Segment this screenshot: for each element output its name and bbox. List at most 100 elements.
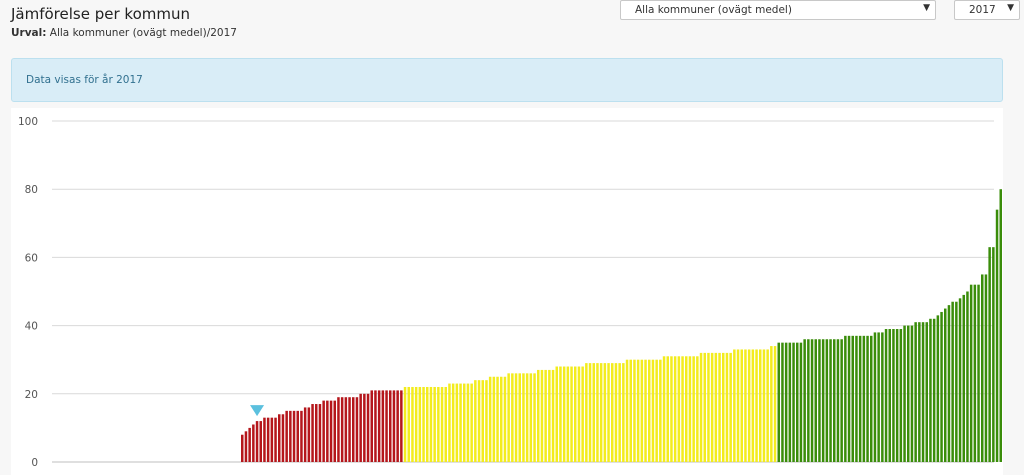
bar [648,359,651,462]
bar [855,335,858,462]
bar [685,356,688,462]
y-tick-label: 20 [25,389,38,401]
bar [444,386,447,462]
urval-value: Alla kommuner (ovägt medel)/2017 [49,27,237,39]
bar [833,339,836,462]
bar [537,369,540,462]
bar [466,383,470,462]
bar [437,386,440,462]
bar [995,209,999,462]
bar [470,383,473,462]
bar [903,325,906,462]
bar [984,274,988,462]
bar [881,332,884,462]
bar [614,363,618,462]
bar [873,332,877,462]
y-tick-label: 60 [25,252,38,264]
bar [507,373,510,462]
bar [722,352,725,462]
bar [814,339,817,462]
bar [566,366,570,462]
bar [318,404,322,462]
bar [636,359,640,462]
bar [895,329,899,462]
bar [910,325,914,462]
bar [810,339,814,462]
bar [759,349,762,462]
bar [603,363,607,462]
bar [866,335,869,462]
bar [799,342,803,462]
bar [825,339,829,462]
bar [807,339,810,462]
kommun-select[interactable]: Alla kommuner (ovägt medel) ▼ [620,0,936,20]
bar [762,349,766,462]
bar [459,383,462,462]
bar [585,363,588,462]
bar [958,298,962,462]
bar [988,247,991,462]
bar [747,349,751,462]
bar [659,359,662,462]
bar [792,342,795,462]
bar [570,366,573,462]
bar [577,366,581,462]
bar [681,356,684,462]
bar [396,390,399,462]
bar [773,346,777,462]
bar [607,363,610,462]
bar [348,397,351,462]
bar [929,318,932,462]
bar [392,390,396,462]
bar [403,386,407,462]
bar [781,342,784,462]
bar [440,386,444,462]
bar [496,376,499,462]
bar [944,308,947,462]
chevron-down-icon: ▼ [1007,3,1014,13]
bar [921,322,925,462]
bar [755,349,758,462]
bar [559,366,562,462]
bar [477,380,481,462]
bar [296,410,299,462]
bar [951,301,954,462]
bar [977,284,980,462]
bar [548,369,551,462]
bar [352,397,355,462]
bar [355,397,359,462]
bar [962,294,965,462]
bar [322,400,325,462]
bar [955,301,958,462]
chevron-down-icon: ▼ [923,3,930,13]
bar [625,359,629,462]
bar [699,352,703,462]
bar [999,189,1002,462]
bar [333,400,336,462]
y-tick-label: 100 [18,116,38,128]
bar [844,335,847,462]
bar [821,339,825,462]
bar [463,383,466,462]
bar [940,311,943,462]
selection-summary: Urval: Alla kommuner (ovägt medel)/2017 [11,27,237,39]
bar [851,335,854,462]
bar [455,383,459,462]
bar [385,390,388,462]
bar [907,325,910,462]
year-select[interactable]: 2017 ▼ [954,0,1020,20]
bar [714,352,718,462]
bar [329,400,333,462]
bar [740,349,743,462]
bar [692,356,695,462]
bar [337,397,340,462]
bar [263,417,266,462]
urval-label: Urval: [11,27,47,39]
bar [796,342,799,462]
bar [588,363,592,462]
bar [766,349,769,462]
bar [736,349,740,462]
bar [751,349,755,462]
bar [966,291,969,462]
bar [289,410,292,462]
